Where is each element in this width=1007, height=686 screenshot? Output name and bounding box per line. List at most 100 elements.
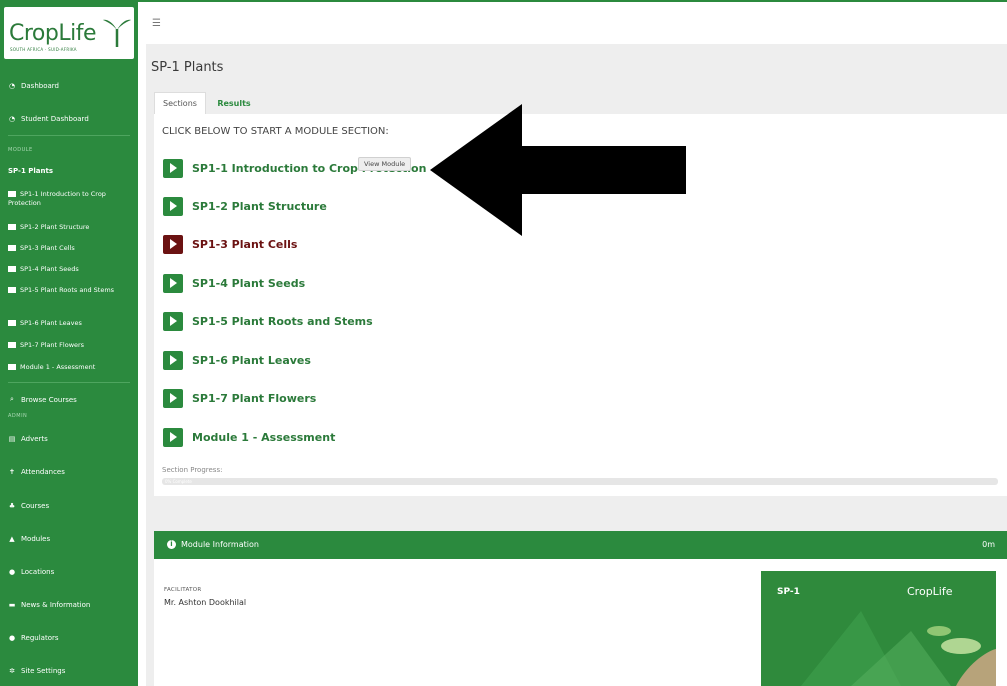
sidebar-section-label: SP1-3 Plant Cells — [20, 244, 75, 252]
sidebar-item-dashboard[interactable]: ◔ Dashboard — [8, 82, 59, 90]
square-icon — [8, 341, 16, 348]
sidebar-item-modules[interactable]: ▲ Modules — [8, 535, 50, 543]
square-icon — [8, 363, 16, 370]
thumbnail-brand: CropLife — [907, 585, 953, 598]
view-module-tooltip: View Module — [358, 157, 412, 171]
info-icon: i — [167, 540, 176, 549]
logo-text: CropLife — [9, 21, 97, 46]
sidebar-item-label: Modules — [21, 535, 51, 543]
sidebar-item-student-dashboard[interactable]: ◔ Student Dashboard — [8, 115, 89, 123]
thumbnail-code: SP-1 — [777, 587, 800, 597]
sidebar-heading-module: MODULE — [8, 147, 33, 153]
module-section-label[interactable]: SP1-3 Plant Cells — [192, 238, 297, 251]
square-icon — [8, 286, 16, 293]
sidebar-section-8[interactable]: Module 1 - Assessment — [8, 363, 132, 372]
module-thumbnail: SP-1 CropLife — [761, 571, 996, 686]
module-section-label[interactable]: SP1-2 Plant Structure — [192, 200, 327, 213]
sidebar-item-label: Regulators — [21, 634, 59, 642]
module-section-3[interactable]: SP1-3 Plant Cells — [163, 234, 297, 254]
module-section-label[interactable]: Module 1 - Assessment — [192, 431, 335, 444]
module-section-7[interactable]: SP1-7 Plant Flowers — [163, 388, 316, 408]
sidebar-section-label: SP1-5 Plant Roots and Stems — [20, 286, 115, 294]
logo-subtext: SOUTH AFRICA · SUID-AFRIKA — [10, 47, 77, 52]
module-section-label[interactable]: SP1-6 Plant Leaves — [192, 354, 311, 367]
sitemap-icon: ♣ — [8, 502, 16, 510]
play-icon[interactable] — [163, 158, 183, 178]
sprout-icon — [103, 19, 131, 47]
sidebar-item-news[interactable]: ▬ News & Information — [8, 601, 91, 609]
sidebar-item-site-settings[interactable]: ✲ Site Settings — [8, 667, 65, 675]
sidebar-section-2[interactable]: SP1-2 Plant Structure — [8, 223, 132, 232]
pointer-arrow-icon — [430, 104, 686, 236]
top-bar: ☰ — [138, 0, 1007, 44]
sidebar-item-label: News & Information — [21, 601, 91, 609]
sidebar-item-label: Site Settings — [21, 667, 66, 675]
tab-sections[interactable]: Sections — [154, 92, 206, 114]
play-icon[interactable] — [163, 234, 183, 254]
module-information-header[interactable]: i Module Information 0m — [154, 531, 1007, 559]
adverts-icon: ▤ — [8, 435, 16, 443]
sidebar-item-adverts[interactable]: ▤ Adverts — [8, 435, 48, 443]
sidebar-item-label: SP-1 Plants — [8, 167, 54, 175]
sidebar-item-label: Attendances — [21, 468, 65, 476]
graduation-cap-icon: ▲ — [9, 535, 15, 543]
sidebar-item-label: Browse Courses — [21, 395, 77, 404]
sidebar-section-label: SP1-4 Plant Seeds — [20, 265, 79, 273]
sidebar-divider — [8, 382, 130, 383]
module-section-label[interactable]: SP1-7 Plant Flowers — [192, 392, 316, 405]
module-section-5[interactable]: SP1-5 Plant Roots and Stems — [163, 311, 373, 331]
newspaper-icon: ▬ — [8, 601, 16, 609]
module-section-4[interactable]: SP1-4 Plant Seeds — [163, 273, 305, 293]
play-icon[interactable] — [163, 311, 183, 331]
search-icon: ⌕ — [10, 395, 14, 403]
module-section-6[interactable]: SP1-6 Plant Leaves — [163, 350, 311, 370]
module-section-label[interactable]: SP1-5 Plant Roots and Stems — [192, 315, 373, 328]
sidebar-item-label: Locations — [21, 568, 55, 576]
sidebar-item-attendances[interactable]: ✝ Attendances — [8, 468, 65, 476]
square-icon — [8, 265, 16, 272]
sidebar-item-courses[interactable]: ♣ Courses — [8, 502, 49, 510]
sidebar-item-locations[interactable]: ● Locations — [8, 568, 54, 576]
sidebar-section-7[interactable]: SP1-7 Plant Flowers — [8, 341, 132, 350]
square-icon — [8, 223, 16, 230]
sidebar-section-5[interactable]: SP1-5 Plant Roots and Stems — [8, 286, 132, 295]
sidebar-section-1[interactable]: SP1-1 Introduction to Crop Protection — [8, 190, 132, 208]
play-icon[interactable] — [163, 196, 183, 216]
croplife-logo[interactable]: CropLife SOUTH AFRICA · SUID-AFRIKA — [4, 7, 134, 59]
circle-icon: ● — [8, 634, 16, 642]
sidebar-section-label: Module 1 - Assessment — [20, 363, 96, 371]
sidebar-item-browse-courses[interactable]: ⌕ Browse Courses — [8, 395, 77, 404]
play-icon[interactable] — [163, 427, 183, 447]
square-icon — [8, 244, 16, 251]
sidebar-heading-admin: ADMIN — [8, 413, 28, 419]
hamburger-menu-icon[interactable]: ☰ — [152, 18, 161, 29]
sections-heading: CLICK BELOW TO START A MODULE SECTION: — [162, 126, 389, 137]
play-icon[interactable] — [163, 388, 183, 408]
sidebar: CropLife SOUTH AFRICA · SUID-AFRIKA ◔ Da… — [0, 0, 138, 686]
module-section-8[interactable]: Module 1 - Assessment — [163, 427, 335, 447]
sidebar-item-label: Adverts — [21, 435, 48, 443]
section-progress-label: Section Progress: — [162, 466, 223, 474]
map-marker-icon: ● — [8, 568, 16, 576]
tab-results[interactable]: Results — [212, 92, 256, 114]
module-information-title: Module Information — [181, 540, 259, 549]
facilitator-name: Mr. Ashton Dookhilal — [164, 598, 247, 607]
sidebar-section-3[interactable]: SP1-3 Plant Cells — [8, 244, 132, 253]
page-title: SP-1 Plants — [151, 60, 224, 75]
module-section-label[interactable]: SP1-4 Plant Seeds — [192, 277, 305, 290]
sidebar-item-regulators[interactable]: ● Regulators — [8, 634, 59, 642]
sidebar-section-label: SP1-6 Plant Leaves — [20, 319, 82, 327]
sidebar-section-6[interactable]: SP1-6 Plant Leaves — [8, 319, 132, 328]
sidebar-section-label: SP1-7 Plant Flowers — [20, 341, 85, 349]
module-section-2[interactable]: SP1-2 Plant Structure — [163, 196, 327, 216]
module-duration: 0m — [982, 540, 995, 549]
sidebar-divider — [8, 135, 130, 136]
sidebar-item-current-module[interactable]: SP-1 Plants — [8, 167, 53, 175]
square-icon — [8, 319, 16, 326]
sidebar-section-label: SP1-2 Plant Structure — [20, 223, 90, 231]
play-icon[interactable] — [163, 273, 183, 293]
sidebar-section-4[interactable]: SP1-4 Plant Seeds — [8, 265, 132, 274]
play-icon[interactable] — [163, 350, 183, 370]
sidebar-item-label: Dashboard — [21, 82, 59, 90]
sidebar-item-label: Student Dashboard — [21, 115, 89, 123]
